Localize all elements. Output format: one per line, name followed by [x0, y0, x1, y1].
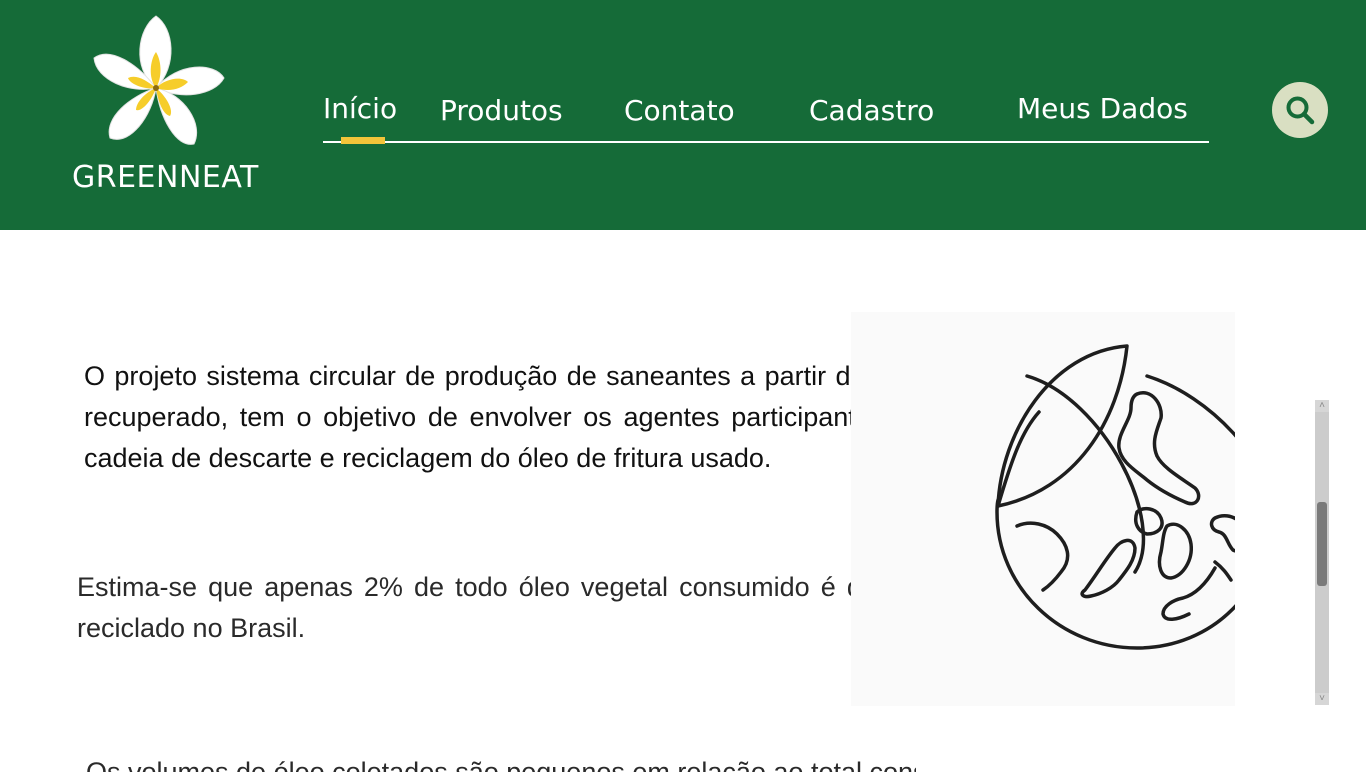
- nav-underline: [323, 141, 1209, 143]
- globe-leaf-icon: [995, 344, 1235, 650]
- scroll-thumb[interactable]: [1317, 502, 1327, 586]
- intro-paragraph: O projeto sistema circular de produção d…: [84, 361, 926, 473]
- globe-illustration: [851, 312, 1235, 706]
- nav-item-cadastro[interactable]: Cadastro: [809, 94, 934, 127]
- scroll-down-arrow[interactable]: ˅: [1315, 693, 1329, 705]
- site-header: GREENNEAT Início Produtos Contato Cadast…: [0, 0, 1366, 230]
- nav-active-indicator: [341, 137, 385, 144]
- brand-logo[interactable]: GREENNEAT: [60, 14, 270, 204]
- nav-item-contato[interactable]: Contato: [624, 94, 735, 127]
- plumeria-flower-icon: [93, 15, 225, 145]
- search-icon: [1286, 96, 1315, 125]
- nav-item-produtos[interactable]: Produtos: [440, 94, 563, 127]
- next-paragraph: Os volumes de óleo coletados são pequeno…: [86, 757, 916, 772]
- brand-name: GREENNEAT: [72, 160, 259, 195]
- nav-item-meus-dados[interactable]: Meus Dados: [1017, 92, 1188, 125]
- nav-item-inicio[interactable]: Início: [323, 92, 397, 125]
- content-scrollbar[interactable]: ˄ ˅: [1315, 400, 1329, 705]
- search-button[interactable]: [1272, 82, 1328, 138]
- scroll-up-arrow[interactable]: ˄: [1315, 400, 1329, 412]
- statistic-paragraph: Estima-se que apenas 2% de todo óleo veg…: [77, 572, 933, 643]
